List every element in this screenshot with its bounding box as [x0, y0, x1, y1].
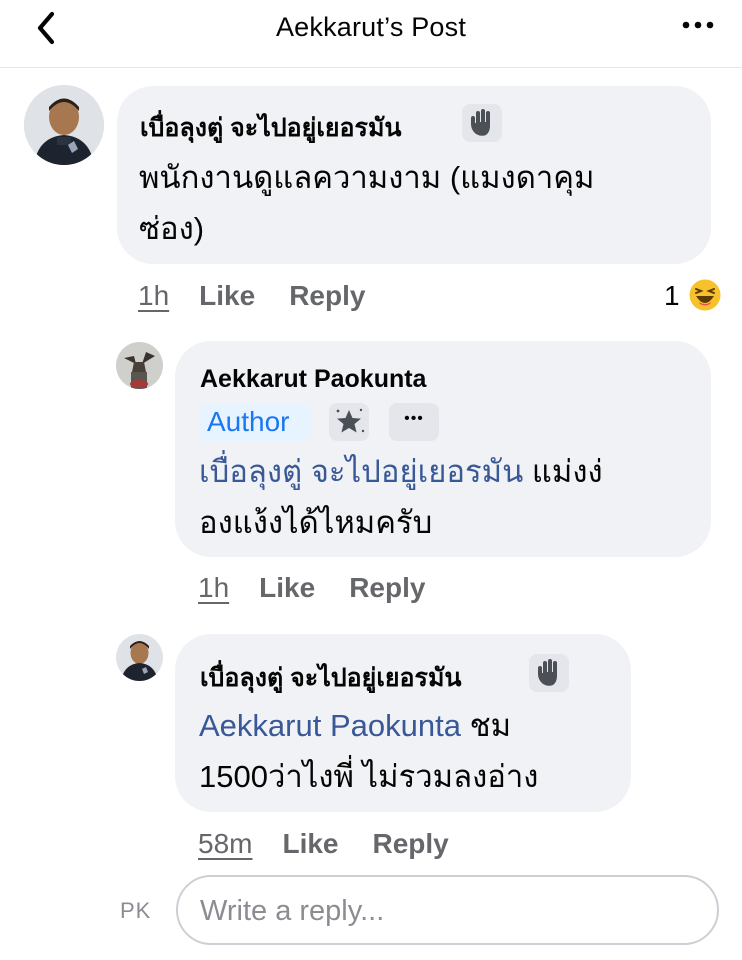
comment-actions: 1h Like Reply [138, 280, 365, 312]
comment-author[interactable]: Aekkarut Paokunta [200, 365, 426, 394]
comment-text: พนักงานดูแลความงาม (แมงดาคุม ซ่อง) [139, 160, 595, 246]
reply-button[interactable]: Reply [373, 828, 449, 859]
reply-bubble: เบื่อลุงตู่ จะไปอยู่เยอรมัน Aekkarut Pao… [175, 634, 631, 812]
reply-button[interactable]: Reply [349, 572, 425, 603]
comment-time[interactable]: 1h [138, 280, 169, 311]
comment-actions: 1h Like Reply [198, 572, 425, 604]
mention-link[interactable]: เบื่อลุงตู่ จะไปอยู่เยอรมัน [199, 454, 523, 489]
author-badge-label: Author [207, 406, 290, 437]
reply-composer[interactable] [176, 875, 719, 945]
laughing-emoji-icon[interactable] [688, 278, 722, 312]
comment-time[interactable]: 58m [198, 828, 252, 859]
more-options-button[interactable]: ••• [389, 403, 439, 441]
like-button[interactable]: Like [259, 572, 315, 603]
person-photo [24, 85, 104, 165]
mention-link[interactable]: Aekkarut Paokunta [199, 708, 461, 743]
comment-actions: 58m Like Reply [198, 828, 449, 860]
more-options-label: ••• [404, 410, 424, 427]
waving-hand-icon[interactable] [529, 654, 569, 692]
avatar[interactable] [24, 85, 104, 165]
reply-button[interactable]: Reply [289, 280, 365, 311]
comment-bubble: เบื่อลุงตู่ จะไปอยู่เยอรมัน พนักงานดูแลค… [117, 86, 711, 264]
user-initials: PK [120, 898, 152, 923]
page-title: Aekkarut’s Post [275, 12, 467, 42]
reaction-count[interactable]: 1 [664, 280, 680, 312]
comment-text: Aekkarut Paokunta ชม 1500ว่าไงพี่ ไม่รวม… [199, 708, 539, 794]
reply-input[interactable] [200, 891, 690, 931]
avatar[interactable] [116, 634, 163, 681]
comment-author[interactable]: เบื่อลุงตู่ จะไปอยู่เยอรมัน [200, 658, 462, 698]
star-icon[interactable] [329, 403, 369, 441]
like-button[interactable]: Like [282, 828, 338, 859]
author-badge: Author [199, 403, 311, 441]
more-horizontal-icon[interactable] [678, 10, 718, 40]
person-photo [116, 342, 163, 389]
comment-text-rest: แม่งง่ [523, 454, 603, 489]
reply-bubble: Aekkarut Paokunta Author ••• เบื่อลุงตู่… [175, 341, 711, 557]
like-button[interactable]: Like [199, 280, 255, 311]
waving-hand-icon[interactable] [462, 104, 502, 142]
comment-text: เบื่อลุงตู่ จะไปอยู่เยอรมัน แม่งง่ องแง้… [199, 454, 603, 540]
comment-author[interactable]: เบื่อลุงตู่ จะไปอยู่เยอรมัน [140, 108, 402, 148]
top-bar: Aekkarut’s Post [0, 0, 742, 68]
comment-time[interactable]: 1h [198, 572, 229, 603]
comment-text-rest: ชม [460, 708, 512, 743]
avatar[interactable] [116, 342, 163, 389]
person-photo [116, 634, 163, 681]
